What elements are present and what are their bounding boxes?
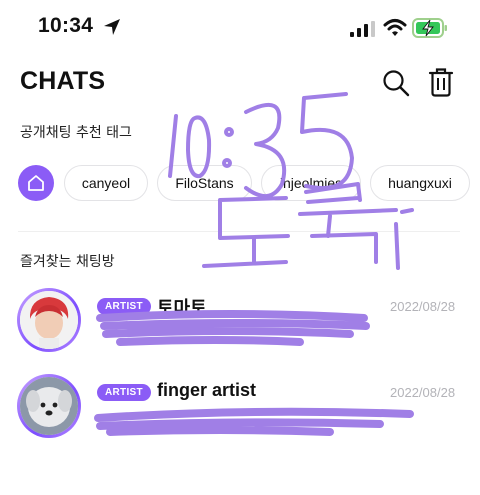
status-bar: 10:34 xyxy=(0,0,480,60)
tag-chip[interactable]: injeolmies xyxy=(261,165,361,201)
chat-row[interactable]: ARTIST 토마토 2022/08/28 xyxy=(0,286,480,362)
chat-row[interactable]: ARTIST finger artist 2022/08/28 xyxy=(0,372,480,448)
favorites-label: 즐겨찾는 채팅방 xyxy=(20,254,115,270)
trash-icon[interactable] xyxy=(426,66,456,98)
avatar-photo xyxy=(20,291,78,349)
home-icon xyxy=(28,175,44,191)
chat-name: finger artist xyxy=(157,380,257,400)
status-time: 10:34 xyxy=(38,14,94,37)
location-arrow-icon xyxy=(104,19,120,35)
battery-charging-icon xyxy=(412,18,447,38)
divider xyxy=(18,231,460,232)
artist-badge: ARTIST xyxy=(97,384,151,401)
cellular-signal-icon xyxy=(350,21,375,37)
chat-name: 토마토 xyxy=(157,298,207,318)
avatar xyxy=(17,374,81,438)
wifi-icon xyxy=(383,19,407,36)
tag-chip[interactable]: FiloStans xyxy=(157,165,252,201)
chat-date: 2022/08/28 xyxy=(390,299,456,314)
avatar xyxy=(17,288,81,352)
avatar-photo xyxy=(20,377,78,435)
artist-badge: ARTIST xyxy=(97,298,151,315)
recommended-tags-label: 공개채팅 추천 태그 xyxy=(20,125,132,141)
home-tag-button[interactable] xyxy=(18,165,54,201)
page-title: CHATS xyxy=(20,67,106,95)
tag-chip[interactable]: canyeol xyxy=(64,165,148,201)
tag-chip[interactable]: huangxuxi xyxy=(370,165,470,201)
search-icon[interactable] xyxy=(381,68,411,98)
chat-date: 2022/08/28 xyxy=(390,385,456,400)
tag-list: canyeol FiloStans injeolmies huangxuxi xyxy=(0,163,480,203)
